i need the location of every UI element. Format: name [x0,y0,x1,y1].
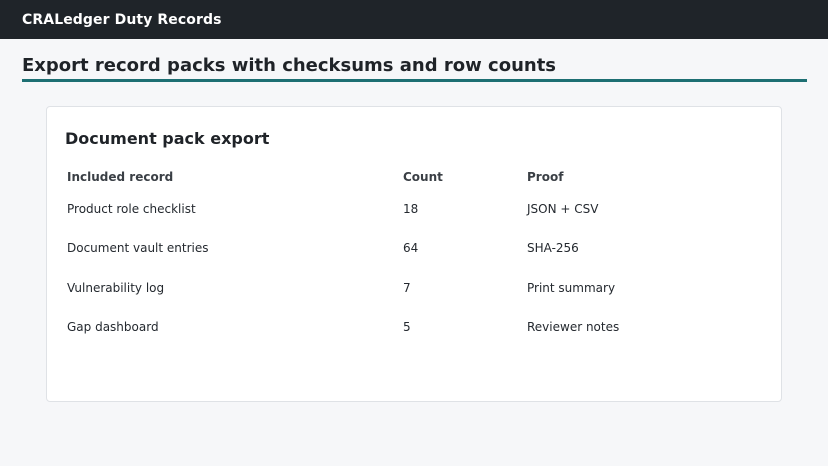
table-header-row: Included record Count Proof [67,165,727,189]
record-name-cell: Gap dashboard [67,320,159,335]
table-row: Vulnerability log 7 Print summary [67,268,727,308]
count-cell: 18 [403,201,419,216]
proof-cell: Print summary [527,280,616,295]
records-table: Included record Count Proof Product role… [67,165,727,347]
card-title: Document pack export [65,129,270,148]
count-cell: 7 [403,280,411,295]
proof-cell: JSON + CSV [527,201,599,216]
table-row: Gap dashboard 5 Reviewer notes [67,308,727,348]
record-name-cell: Document vault entries [67,241,209,256]
app-title: CRALedger Duty Records [22,11,222,28]
proof-cell: Reviewer notes [527,320,620,335]
table-row: Product role checklist 18 JSON + CSV [67,189,727,229]
column-header-included-record: Included record [67,170,174,184]
page-title: Export record packs with checksums and r… [22,56,807,82]
table-row: Document vault entries 64 SHA-256 [67,229,727,269]
top-bar: CRALedger Duty Records [0,0,828,39]
count-cell: 64 [403,241,419,256]
column-header-proof: Proof [527,170,564,184]
proof-cell: SHA-256 [527,241,579,256]
record-name-cell: Product role checklist [67,201,196,216]
count-cell: 5 [403,320,411,335]
export-card: Document pack export Included record Cou… [46,106,782,402]
column-header-count: Count [403,170,443,184]
record-name-cell: Vulnerability log [67,280,165,295]
